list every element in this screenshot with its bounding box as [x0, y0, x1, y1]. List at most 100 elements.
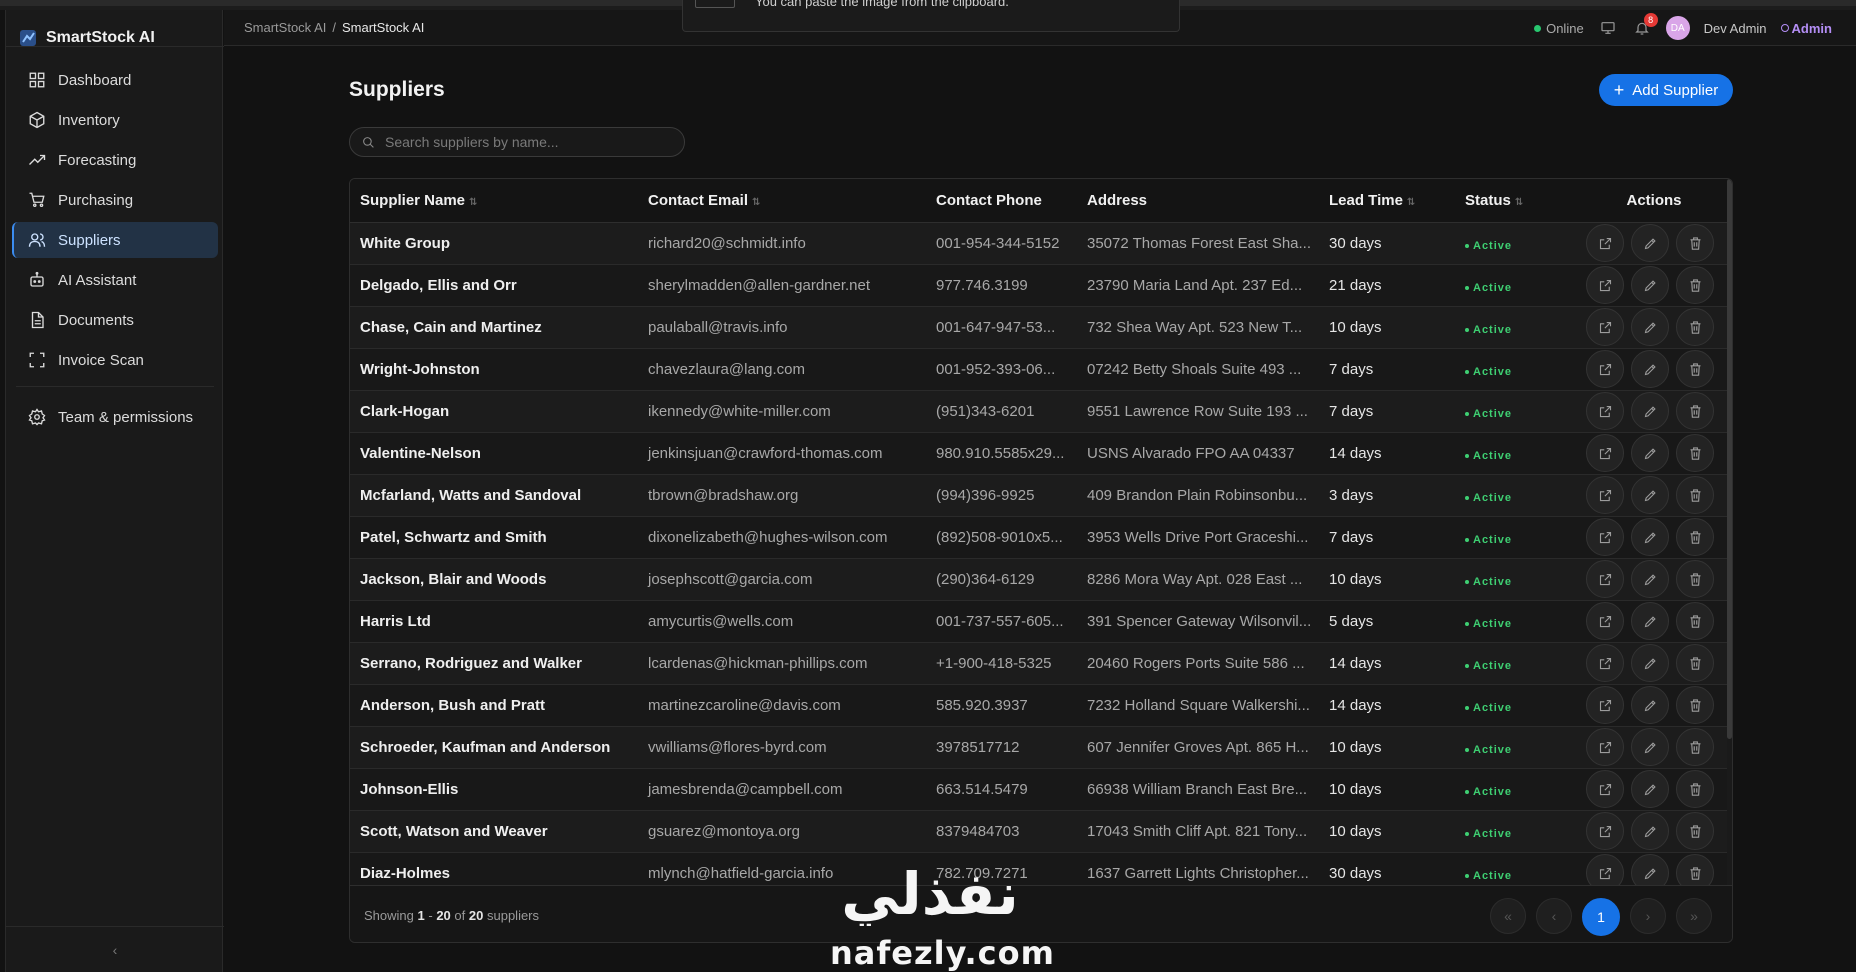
column-status[interactable]: Status ⇅ [1455, 179, 1570, 223]
table-row[interactable]: Chase, Cain and Martinez paulaball@travis… [350, 306, 1728, 349]
table-row[interactable]: Jackson, Blair and Woods josephscott@garc… [350, 558, 1728, 601]
delete-supplier-button[interactable] [1676, 560, 1714, 598]
next-page-button[interactable]: › [1630, 898, 1666, 934]
search-input[interactable] [385, 134, 665, 150]
table-row[interactable]: Harris Ltd amycurtis@wells.com 001-737-557… [350, 600, 1728, 643]
table-row[interactable]: Johnson-Ellis jamesbrenda@campbell.com 663… [350, 768, 1728, 811]
edit-supplier-button[interactable] [1631, 854, 1669, 885]
edit-supplier-button[interactable] [1631, 266, 1669, 304]
add-supplier-button[interactable]: + Add Supplier [1599, 74, 1733, 106]
column-supplier-name[interactable]: Supplier Name ⇅ [350, 179, 638, 223]
sidebar-item-ai-assistant[interactable]: AI Assistant [12, 262, 218, 298]
delete-supplier-button[interactable] [1676, 644, 1714, 682]
edit-supplier-button[interactable] [1631, 350, 1669, 388]
delete-supplier-button[interactable] [1676, 728, 1714, 766]
edit-supplier-button[interactable] [1631, 224, 1669, 262]
delete-supplier-button[interactable] [1676, 476, 1714, 514]
open-supplier-button[interactable] [1586, 602, 1624, 640]
open-supplier-button[interactable] [1586, 812, 1624, 850]
open-supplier-button[interactable] [1586, 476, 1624, 514]
table-scroll-area[interactable]: Supplier Name ⇅ Contact Email ⇅ Contact Ph… [350, 179, 1728, 885]
delete-supplier-button[interactable] [1676, 224, 1714, 262]
edit-supplier-button[interactable] [1631, 476, 1669, 514]
delete-supplier-button[interactable] [1676, 434, 1714, 472]
scrollbar-thumb[interactable] [1727, 179, 1732, 739]
supplier-name-cell: Harris Ltd [350, 600, 638, 643]
edit-supplier-button[interactable] [1631, 644, 1669, 682]
sidebar-item-label: Inventory [58, 111, 120, 129]
edit-supplier-button[interactable] [1631, 560, 1669, 598]
table-row[interactable]: Anderson, Bush and Pratt martinezcaroline… [350, 684, 1728, 727]
delete-supplier-button[interactable] [1676, 518, 1714, 556]
sidebar-item-team-permissions[interactable]: Team & permissions [12, 399, 218, 435]
open-supplier-button[interactable] [1586, 560, 1624, 598]
first-page-button[interactable]: « [1490, 898, 1526, 934]
page-1-button[interactable]: 1 [1582, 898, 1620, 936]
table-row[interactable]: Mcfarland, Watts and Sandoval tbrown@brad… [350, 474, 1728, 517]
sidebar-item-forecasting[interactable]: Forecasting [12, 142, 218, 178]
table-row[interactable]: Delgado, Ellis and Orr sherylmadden@allen… [350, 264, 1728, 307]
open-supplier-button[interactable] [1586, 644, 1624, 682]
monitor-button[interactable] [1598, 18, 1618, 38]
vertical-scrollbar[interactable] [1727, 179, 1732, 885]
open-supplier-button[interactable] [1586, 350, 1624, 388]
delete-supplier-button[interactable] [1676, 770, 1714, 808]
open-supplier-button[interactable] [1586, 854, 1624, 885]
trash-icon [1688, 782, 1703, 797]
prev-page-button[interactable]: ‹ [1536, 898, 1572, 934]
edit-supplier-button[interactable] [1631, 308, 1669, 346]
delete-supplier-button[interactable] [1676, 812, 1714, 850]
column-contact-email[interactable]: Contact Email ⇅ [638, 179, 926, 223]
table-row[interactable]: Schroeder, Kaufman and Anderson vwilliams… [350, 726, 1728, 769]
actions-cell [1570, 768, 1728, 811]
open-supplier-button[interactable] [1586, 308, 1624, 346]
sidebar-item-suppliers[interactable]: Suppliers [12, 222, 218, 258]
table-row[interactable]: Scott, Watson and Weaver gsuarez@montoya.… [350, 810, 1728, 853]
sidebar-item-purchasing[interactable]: Purchasing [12, 182, 218, 218]
edit-supplier-button[interactable] [1631, 434, 1669, 472]
sidebar-item-invoice-scan[interactable]: Invoice Scan [12, 342, 218, 378]
table-row[interactable]: Diaz-Holmes mlynch@hatfield-garcia.info 78… [350, 852, 1728, 885]
edit-supplier-button[interactable] [1631, 686, 1669, 724]
status-cell: Active [1455, 390, 1570, 433]
sidebar-item-dashboard[interactable]: Dashboard [12, 62, 218, 98]
edit-supplier-button[interactable] [1631, 728, 1669, 766]
table-row[interactable]: Clark-Hogan ikennedy@white-miller.com (951… [350, 390, 1728, 433]
delete-supplier-button[interactable] [1676, 854, 1714, 885]
delete-supplier-button[interactable] [1676, 602, 1714, 640]
table-row[interactable]: Serrano, Rodriguez and Walker lcardenas@h… [350, 642, 1728, 685]
open-supplier-button[interactable] [1586, 266, 1624, 304]
open-supplier-button[interactable] [1586, 224, 1624, 262]
delete-supplier-button[interactable] [1676, 392, 1714, 430]
delete-supplier-button[interactable] [1676, 350, 1714, 388]
delete-supplier-button[interactable] [1676, 686, 1714, 724]
user-name[interactable]: Dev Admin [1704, 21, 1767, 36]
delete-supplier-button[interactable] [1676, 266, 1714, 304]
edit-supplier-button[interactable] [1631, 602, 1669, 640]
table-row[interactable]: Valentine-Nelson jenkinsjuan@crawford-tho… [350, 432, 1728, 475]
table-row[interactable]: Wright-Johnston chavezlaura@lang.com 001-9… [350, 348, 1728, 391]
sidebar-item-documents[interactable]: Documents [12, 302, 218, 338]
open-supplier-button[interactable] [1586, 518, 1624, 556]
sidebar-item-inventory[interactable]: Inventory [12, 102, 218, 138]
status-cell: Active [1455, 600, 1570, 643]
column-lead-time[interactable]: Lead Time ⇅ [1319, 179, 1455, 223]
edit-supplier-button[interactable] [1631, 812, 1669, 850]
delete-supplier-button[interactable] [1676, 308, 1714, 346]
last-page-button[interactable]: » [1676, 898, 1712, 934]
breadcrumb-root[interactable]: SmartStock AI [244, 20, 326, 35]
table-row[interactable]: White Group richard20@schmidt.info 001-954… [350, 222, 1728, 265]
notifications-button[interactable]: 8 [1632, 13, 1658, 38]
edit-supplier-button[interactable] [1631, 770, 1669, 808]
avatar[interactable]: DA [1665, 16, 1690, 40]
paste-toast: You can paste the image from the clipboa… [682, 0, 1180, 32]
open-supplier-button[interactable] [1586, 770, 1624, 808]
open-supplier-button[interactable] [1586, 392, 1624, 430]
open-supplier-button[interactable] [1586, 728, 1624, 766]
table-row[interactable]: Patel, Schwartz and Smith dixonelizabeth@… [350, 516, 1728, 559]
open-supplier-button[interactable] [1586, 434, 1624, 472]
edit-supplier-button[interactable] [1631, 518, 1669, 556]
edit-supplier-button[interactable] [1631, 392, 1669, 430]
open-supplier-button[interactable] [1586, 686, 1624, 724]
sidebar-collapse-button[interactable]: ‹ [6, 926, 224, 972]
